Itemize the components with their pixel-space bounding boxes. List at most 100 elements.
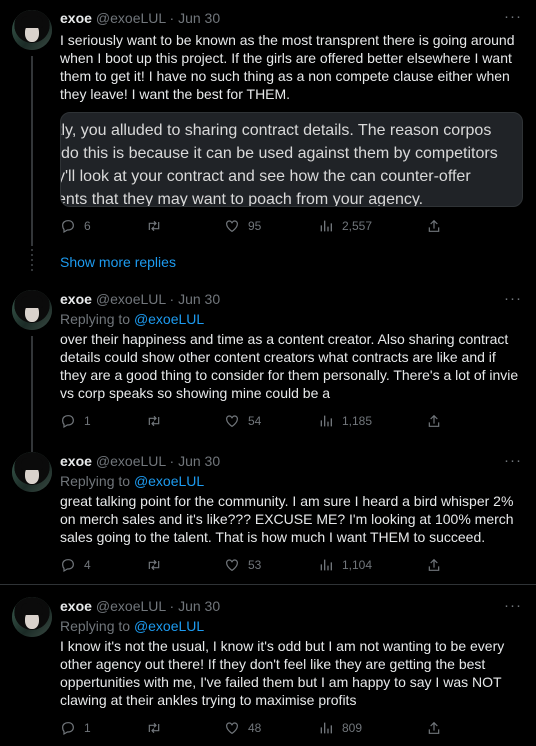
tweet-2[interactable]: exoe @exoeLUL · Jun 30 ··· Replying to @e… <box>0 290 536 452</box>
share-button[interactable] <box>426 413 442 432</box>
share-button[interactable] <box>426 720 442 739</box>
quote-line: do this is because it can be used agains… <box>61 145 498 162</box>
show-more-replies-link[interactable]: Show more replies <box>60 254 176 270</box>
tweet-actions: 6 95 2,557 <box>60 218 460 236</box>
replying-to: Replying to @exoeLUL <box>60 618 204 634</box>
more-icon[interactable]: ··· <box>504 452 522 469</box>
views-button[interactable]: 809 <box>318 720 362 736</box>
views-icon <box>320 415 332 427</box>
reply-button[interactable]: 4 <box>60 557 91 573</box>
tweet-text: I know it's not the usual, I know it's o… <box>60 638 505 708</box>
tweet-text: great talking point for the community. I… <box>60 493 514 545</box>
views-icon <box>320 220 332 232</box>
thread-dots <box>31 249 33 271</box>
reply-button[interactable]: 6 <box>60 218 91 234</box>
tweet-4[interactable]: exoe @exoeLUL · Jun 30 ··· Replying to @e… <box>0 597 536 746</box>
reply-icon <box>62 220 74 234</box>
more-icon[interactable]: ··· <box>504 8 522 25</box>
reply-count: 1 <box>84 414 91 428</box>
avatar[interactable] <box>12 290 52 330</box>
replying-to-label: Replying to <box>60 473 134 489</box>
display-name[interactable]: exoe <box>60 453 92 469</box>
handle-date[interactable]: @exoeLUL · Jun 30 <box>96 453 220 469</box>
reply-icon <box>62 722 74 736</box>
views-button[interactable]: 1,185 <box>318 413 372 429</box>
tweet-header: exoe @exoeLUL · Jun 30 <box>60 598 220 614</box>
like-button[interactable]: 53 <box>224 557 261 573</box>
retweet-icon <box>148 559 160 571</box>
like-count: 95 <box>248 219 262 233</box>
avatar[interactable] <box>12 10 52 50</box>
tweet-3[interactable]: exoe @exoeLUL · Jun 30 ··· Replying to @e… <box>0 452 536 582</box>
tweet-header: exoe @exoeLUL · Jun 30 <box>60 291 220 307</box>
like-icon <box>226 220 238 233</box>
share-icon <box>428 219 440 232</box>
avatar[interactable] <box>12 452 52 492</box>
like-button[interactable]: 54 <box>224 413 261 429</box>
tweet-text: I seriously want to be known as the most… <box>60 32 515 102</box>
retweet-icon <box>148 722 160 734</box>
more-icon[interactable]: ··· <box>504 290 522 307</box>
tweet-header: exoe @exoeLUL · Jun 30 <box>60 453 220 469</box>
like-count: 53 <box>248 558 262 572</box>
views-icon <box>320 722 332 734</box>
avatar[interactable] <box>12 597 52 637</box>
like-button[interactable]: 48 <box>224 720 261 736</box>
retweet-icon <box>148 415 160 427</box>
like-count: 54 <box>248 414 262 428</box>
retweet-button[interactable] <box>146 413 162 429</box>
thread-line <box>31 56 33 246</box>
quote-line: y'll look at your contract and see how t… <box>60 168 471 185</box>
share-icon <box>428 414 440 427</box>
retweet-button[interactable] <box>146 557 162 573</box>
display-name[interactable]: exoe <box>60 291 92 307</box>
tweet-actions: 1 54 1,185 <box>60 413 460 431</box>
views-count: 1,185 <box>342 414 373 428</box>
share-button[interactable] <box>426 218 442 237</box>
share-icon <box>428 558 440 571</box>
reply-count: 4 <box>84 558 91 572</box>
views-count: 1,104 <box>342 558 373 572</box>
replying-to-handle[interactable]: @exoeLUL <box>134 311 204 327</box>
reply-icon <box>62 559 74 573</box>
like-icon <box>226 415 238 428</box>
views-icon <box>320 559 332 571</box>
like-button[interactable]: 95 <box>224 218 261 234</box>
views-button[interactable]: 1,104 <box>318 557 372 573</box>
reply-count: 1 <box>84 721 91 735</box>
share-icon <box>428 721 440 734</box>
replying-to-label: Replying to <box>60 311 134 327</box>
reply-icon <box>62 415 74 429</box>
like-count: 48 <box>248 721 262 735</box>
quoted-image[interactable]: tly, you alluded to sharing contract det… <box>60 112 523 207</box>
views-button[interactable]: 2,557 <box>318 218 372 234</box>
replying-to-handle[interactable]: @exoeLUL <box>134 618 204 634</box>
display-name[interactable]: exoe <box>60 10 92 26</box>
views-count: 809 <box>342 721 363 735</box>
replying-to-handle[interactable]: @exoeLUL <box>134 473 204 489</box>
handle-date[interactable]: @exoeLUL · Jun 30 <box>96 10 220 26</box>
more-icon[interactable]: ··· <box>504 597 522 614</box>
handle-date[interactable]: @exoeLUL · Jun 30 <box>96 291 220 307</box>
quote-line: ents that they may want to poach from yo… <box>60 191 424 207</box>
tweet-1[interactable]: exoe @exoeLUL · Jun 30 ··· I seriously wa… <box>0 0 536 250</box>
reply-button[interactable]: 1 <box>60 720 91 736</box>
thread-line <box>31 336 33 452</box>
divider <box>0 584 536 585</box>
tweet-actions: 4 53 1,104 <box>60 557 460 575</box>
like-icon <box>226 559 238 572</box>
tweet-header: exoe @exoeLUL · Jun 30 <box>60 10 220 26</box>
retweet-button[interactable] <box>146 720 162 736</box>
handle-date[interactable]: @exoeLUL · Jun 30 <box>96 598 220 614</box>
reply-count: 6 <box>84 219 91 233</box>
display-name[interactable]: exoe <box>60 598 92 614</box>
retweet-button[interactable] <box>146 218 162 234</box>
reply-button[interactable]: 1 <box>60 413 91 429</box>
views-count: 2,557 <box>342 219 373 233</box>
replying-to-label: Replying to <box>60 618 134 634</box>
retweet-icon <box>148 220 160 232</box>
tweet-text: over their happiness and time as a conte… <box>60 331 519 401</box>
share-button[interactable] <box>426 557 442 576</box>
replying-to: Replying to @exoeLUL <box>60 473 204 489</box>
like-icon <box>226 722 238 735</box>
